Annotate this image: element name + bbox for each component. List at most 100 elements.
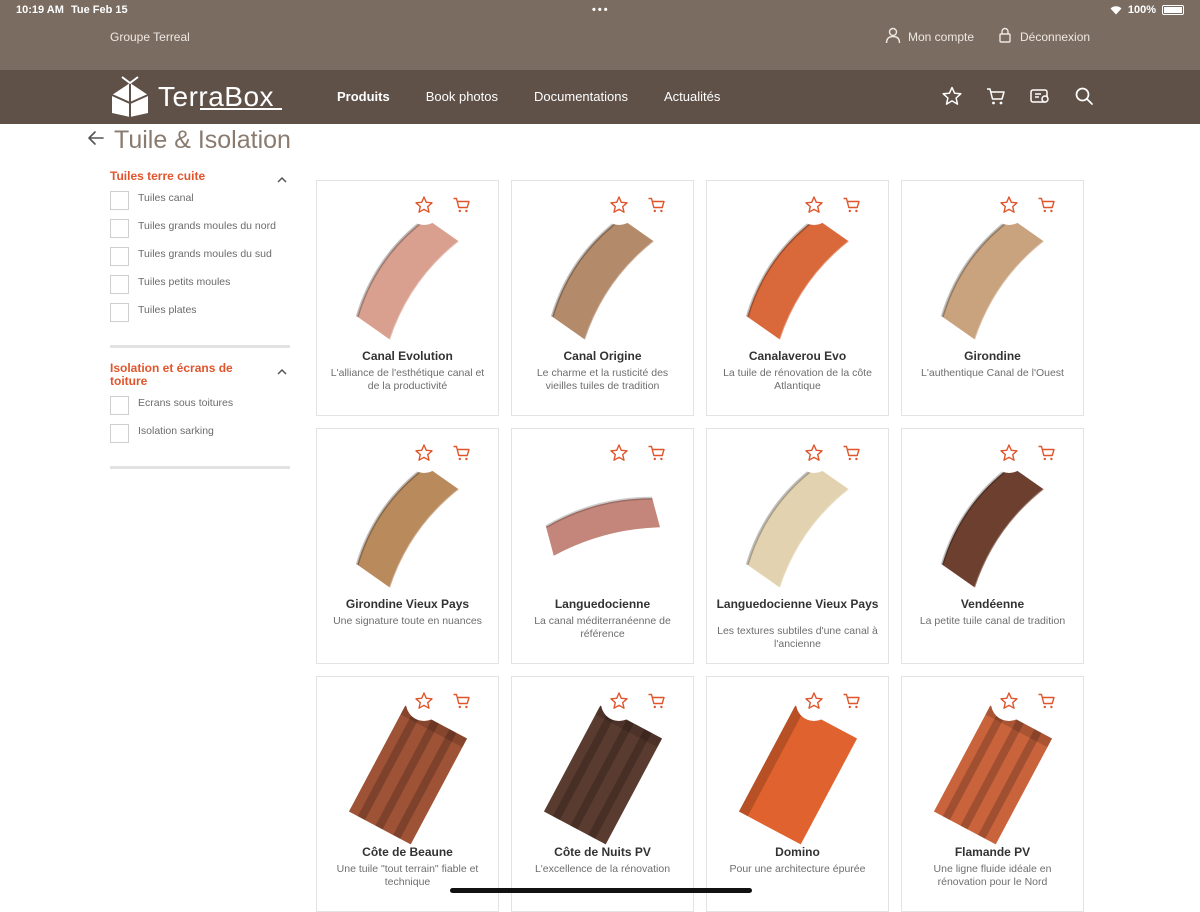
product-name[interactable]: Canal Origine <box>518 350 687 362</box>
product-description: La petite tuile canal de tradition <box>919 615 1066 627</box>
multitask-dots[interactable]: ••• <box>592 4 610 16</box>
product-name[interactable]: Girondine <box>908 350 1077 362</box>
favorite-button[interactable] <box>796 685 832 721</box>
product-card[interactable]: Vendéenne La petite tuile canal de tradi… <box>901 428 1084 664</box>
product-description: Une ligne fluide idéale en rénovation po… <box>933 863 1052 888</box>
product-name[interactable]: Canalaverou Evo <box>713 350 882 362</box>
product-card[interactable]: Canal Origine Le charme et la rusticité … <box>511 180 694 416</box>
checkbox[interactable] <box>110 191 129 210</box>
product-card[interactable]: Girondine Vieux Pays Une signature toute… <box>316 428 499 664</box>
product-name[interactable]: Canal Evolution <box>323 350 492 362</box>
product-description: Une tuile "tout terrain" fiable et techn… <box>336 863 479 888</box>
product-name[interactable]: Girondine Vieux Pays <box>323 598 492 610</box>
favorite-button[interactable] <box>406 437 442 473</box>
product-name[interactable]: Domino <box>713 846 882 858</box>
product-image[interactable] <box>337 457 478 597</box>
facet-title[interactable]: Tuiles terre cuite <box>110 170 290 183</box>
home-indicator[interactable] <box>450 888 752 893</box>
battery-label: 100% <box>1127 4 1156 16</box>
product-description: La canal méditerranéenne de référence <box>534 615 671 640</box>
filter-option[interactable]: Tuiles canal <box>110 191 290 211</box>
terrabox-logo[interactable]: TerraBox <box>108 75 274 119</box>
favorite-button[interactable] <box>406 685 442 721</box>
product-name[interactable]: Vendéenne <box>908 598 1077 610</box>
product-card[interactable]: Canalaverou Evo La tuile de rénovation d… <box>706 180 889 416</box>
star-icon <box>610 444 628 461</box>
product-card[interactable]: Domino Pour une architecture épurée <box>706 676 889 912</box>
filter-option[interactable]: Isolation sarking <box>110 424 290 444</box>
product-description: Une signature toute en nuances <box>333 615 482 627</box>
product-image[interactable] <box>532 457 673 597</box>
option-label: Tuiles grands moules du nord <box>138 220 276 232</box>
checkbox[interactable] <box>110 247 129 266</box>
product-image[interactable] <box>922 705 1063 845</box>
checkbox[interactable] <box>110 275 129 294</box>
checkbox[interactable] <box>110 303 129 322</box>
facet-title[interactable]: Isolation et écrans de toiture <box>110 362 290 388</box>
chevron-up-icon[interactable] <box>276 366 288 378</box>
product-image[interactable] <box>922 457 1063 597</box>
product-image[interactable] <box>727 705 868 845</box>
star-icon <box>1000 444 1018 461</box>
checkbox[interactable] <box>110 396 129 415</box>
account-link[interactable]: Mon compte <box>884 26 974 47</box>
filter-option[interactable]: Ecrans sous toitures <box>110 396 290 416</box>
filter-option[interactable]: Tuiles plates <box>110 303 290 323</box>
group-label[interactable]: Groupe Terreal <box>110 30 190 44</box>
favorite-button[interactable] <box>796 437 832 473</box>
product-name[interactable]: Côte de Nuits PV <box>518 846 687 858</box>
filter-option[interactable]: Tuiles grands moules du nord <box>110 219 290 239</box>
product-name[interactable]: Flamande PV <box>908 846 1077 858</box>
favorite-button[interactable] <box>601 189 637 225</box>
logout-link[interactable]: Déconnexion <box>996 26 1090 47</box>
product-image[interactable] <box>727 209 868 349</box>
favorite-button[interactable] <box>796 189 832 225</box>
favorite-button[interactable] <box>991 437 1027 473</box>
nav-actualites[interactable]: Actualités <box>664 89 720 104</box>
product-image[interactable] <box>532 705 673 845</box>
search-icon[interactable] <box>1073 85 1095 112</box>
product-name[interactable]: Languedocienne <box>518 598 687 610</box>
product-name[interactable]: Côte de Beaune <box>323 846 492 858</box>
star-icon <box>415 444 433 461</box>
product-image[interactable] <box>337 705 478 845</box>
product-description: La tuile de rénovation de la côte Atlant… <box>723 367 872 392</box>
star-icon <box>610 692 628 709</box>
nav-book-photos[interactable]: Book photos <box>426 89 498 104</box>
arrow-left-icon[interactable] <box>86 128 106 153</box>
nav-documentations[interactable]: Documentations <box>534 89 628 104</box>
catalog-icon[interactable] <box>1029 85 1051 112</box>
favorite-button[interactable] <box>991 685 1027 721</box>
product-image[interactable] <box>532 209 673 349</box>
checkbox[interactable] <box>110 424 129 443</box>
lock-icon <box>996 26 1014 47</box>
product-card[interactable]: Canal Evolution L'alliance de l'esthétiq… <box>316 180 499 416</box>
star-icon <box>1000 692 1018 709</box>
product-card[interactable]: Flamande PV Une ligne fluide idéale en r… <box>901 676 1084 912</box>
product-name[interactable]: Languedocienne Vieux Pays <box>713 598 882 610</box>
star-icon <box>610 196 628 213</box>
favorite-button[interactable] <box>991 189 1027 225</box>
favorite-button[interactable] <box>601 437 637 473</box>
star-icon <box>1000 196 1018 213</box>
chevron-up-icon[interactable] <box>276 174 288 186</box>
product-image[interactable] <box>337 209 478 349</box>
product-card[interactable]: Côte de Nuits PV L'excellence de la réno… <box>511 676 694 912</box>
product-card[interactable]: Girondine L'authentique Canal de l'Ouest <box>901 180 1084 416</box>
person-icon <box>884 26 902 47</box>
product-card[interactable]: Languedocienne Vieux Pays Les textures s… <box>706 428 889 664</box>
facet-isolation: Isolation et écrans de toiture Ecrans so… <box>110 362 290 469</box>
star-icon[interactable] <box>941 85 963 112</box>
favorite-button[interactable] <box>601 685 637 721</box>
product-card[interactable]: Languedocienne La canal méditerranéenne … <box>511 428 694 664</box>
product-card[interactable]: Côte de Beaune Une tuile "tout terrain" … <box>316 676 499 912</box>
product-image[interactable] <box>727 457 868 597</box>
checkbox[interactable] <box>110 219 129 238</box>
nav-produits[interactable]: Produits <box>337 89 390 104</box>
filter-option[interactable]: Tuiles petits moules <box>110 275 290 295</box>
filter-option[interactable]: Tuiles grands moules du sud <box>110 247 290 267</box>
cart-icon[interactable] <box>985 85 1007 112</box>
facet-tuiles-terre-cuite: Tuiles terre cuite Tuiles canal Tuiles g… <box>110 170 290 348</box>
product-image[interactable] <box>922 209 1063 349</box>
favorite-button[interactable] <box>406 189 442 225</box>
